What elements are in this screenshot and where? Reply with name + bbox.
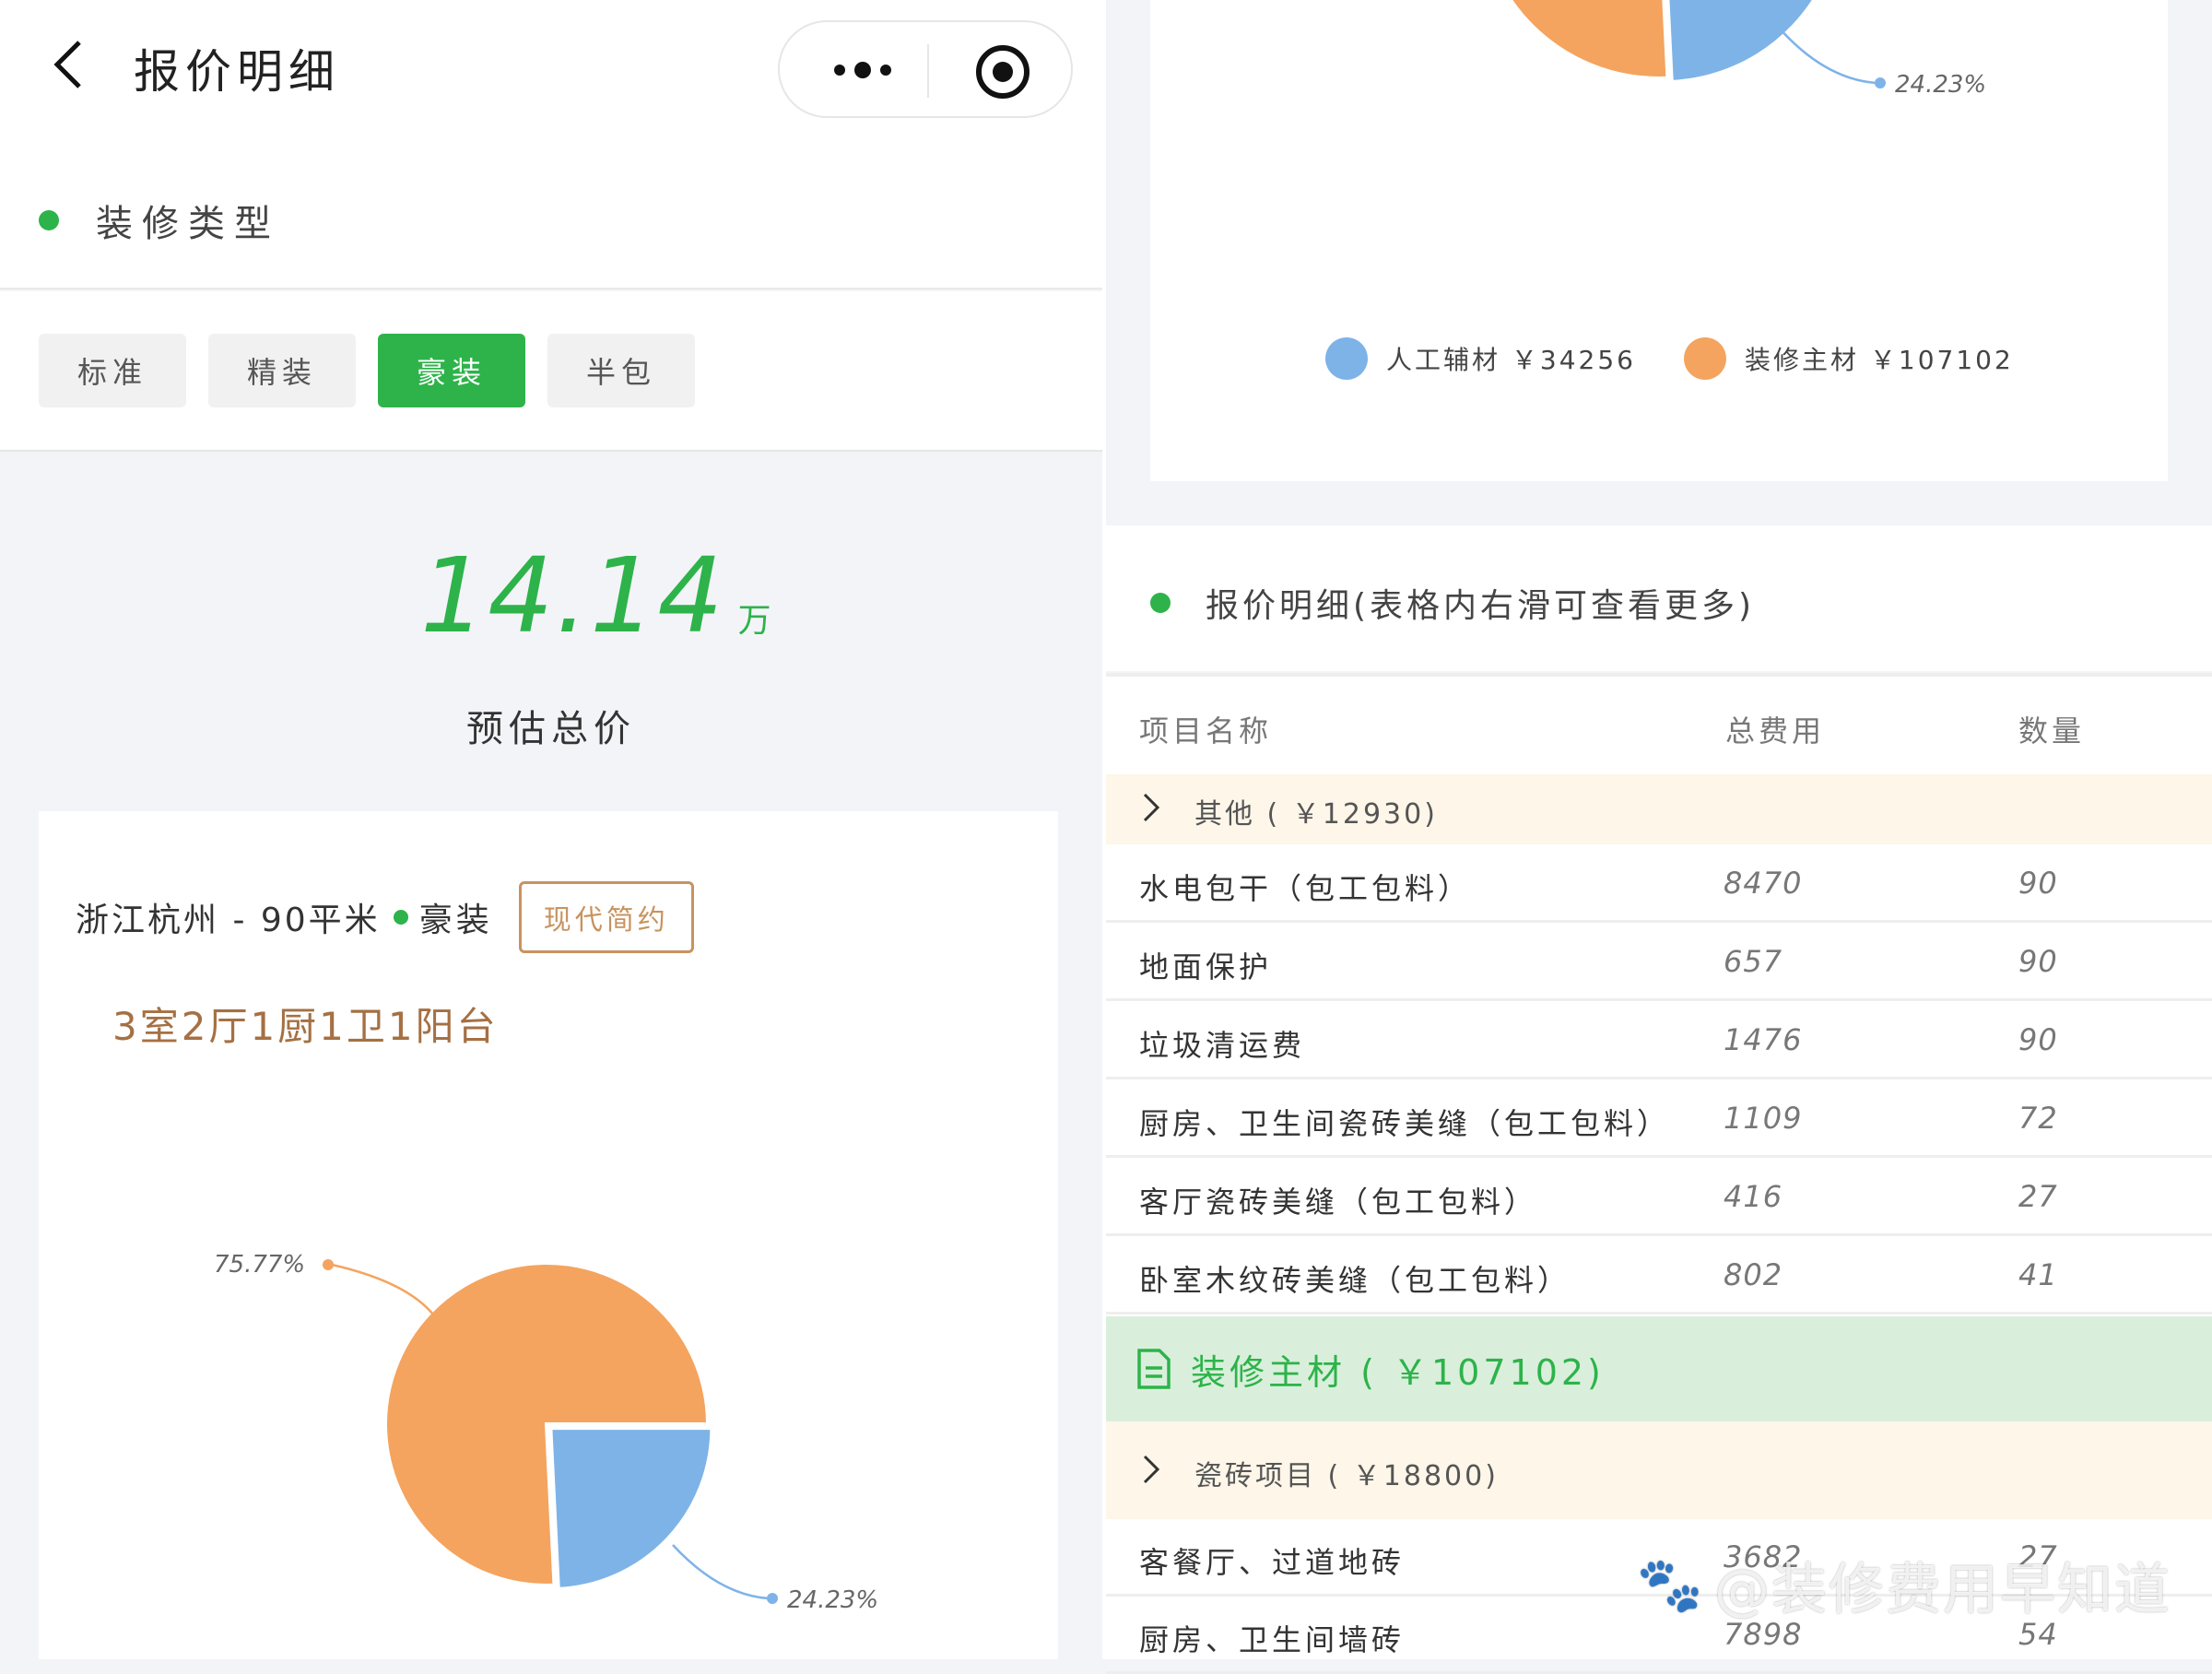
- table-row: 水电包干（包工包料） 8470 90: [1106, 844, 2212, 923]
- row-cost: 1109: [1724, 1100, 1803, 1136]
- pie-slice-labor: [1665, 0, 1817, 85]
- row-cost: 802: [1724, 1256, 1783, 1292]
- group-label: 其他 ( ￥12930): [1194, 798, 1438, 831]
- more-dot-icon: [854, 62, 871, 78]
- legend-swatch: [1325, 337, 1368, 380]
- more-dot-icon: [834, 65, 845, 76]
- paw-logo-icon: 🐾: [1636, 1553, 1705, 1616]
- chevron-right-icon: [1143, 793, 1160, 822]
- back-button[interactable]: [42, 37, 98, 92]
- house-location: 浙江杭州 - 90平米: [76, 902, 381, 939]
- type-option-half[interactable]: 半包: [547, 334, 695, 407]
- mini-program-capsule: [778, 20, 1073, 118]
- legend-item-material: 装修主材 ￥107102: [1683, 337, 2014, 380]
- pie-leader-dot: [1875, 77, 1886, 88]
- legend-label: 人工辅材 ￥34256: [1386, 345, 1636, 375]
- estimate-label: 预估总价: [466, 708, 636, 750]
- capsule-divider: [927, 44, 929, 98]
- group-label: 瓷砖项目 ( ￥18800): [1194, 1460, 1499, 1492]
- nav-bar: 报价明细: [0, 0, 1102, 138]
- row-divider: [1106, 1312, 2212, 1314]
- row-cost: 657: [1724, 943, 1783, 979]
- detail-table[interactable]: 项目名称 总费用 数量 其他 ( ￥12930) 水电包干（包工包料） 8470 9…: [1106, 673, 2212, 1674]
- group-row-tile[interactable]: 瓷砖项目 ( ￥18800): [1106, 1421, 2212, 1519]
- house-meta: 浙江杭州 - 90平米 豪装 现代简约: [76, 881, 694, 953]
- section-dot: [39, 210, 59, 230]
- house-level: 豪装: [418, 902, 493, 939]
- pie-label-labor: 24.23%: [787, 1586, 878, 1614]
- pie-leader-labor: [1778, 27, 1877, 85]
- row-qty: 72: [2018, 1100, 2058, 1136]
- row-qty: 90: [2018, 1021, 2058, 1057]
- watermark: 🐾 @装修费用早知道: [1637, 1545, 2171, 1625]
- row-name: 垃圾清运费: [1139, 1027, 1306, 1063]
- row-qty: 90: [2018, 865, 2058, 901]
- row-qty: 41: [2018, 1256, 2058, 1292]
- pie-slice-labor: [548, 1426, 714, 1592]
- style-tag: 现代简约: [518, 881, 694, 953]
- estimate-unit: 万: [737, 602, 771, 640]
- col-cost: 总费用: [1725, 713, 1826, 749]
- table-row: 垃圾清运费 1476 90: [1106, 1001, 2212, 1079]
- row-name: 厨房、卫生间墙砖: [1139, 1622, 1406, 1657]
- col-qty: 数量: [2018, 713, 2086, 749]
- estimate-value: 14.14: [420, 536, 725, 656]
- more-button[interactable]: [817, 50, 909, 90]
- estimate-section: 14.14 万 预估总价: [0, 452, 1102, 811]
- chevron-left-icon: [53, 41, 81, 88]
- chart-legend: 人工辅材 ￥34256 装修主材 ￥107102: [1325, 337, 2062, 380]
- type-option-standard[interactable]: 标准: [39, 334, 186, 407]
- legend-item-labor: 人工辅材 ￥34256: [1325, 337, 1636, 380]
- pie-leader-labor: [672, 1544, 770, 1600]
- type-option-fine[interactable]: 精装: [208, 334, 356, 407]
- type-option-luxury[interactable]: 豪装: [378, 334, 525, 407]
- document-icon: [1137, 1349, 1171, 1389]
- row-name: 厨房、卫生间瓷砖美缝（包工包料）: [1139, 1105, 1671, 1141]
- house-layout: 3室2厅1厨1卫1阳台: [112, 1004, 499, 1049]
- cost-pie-chart-top: 24.23%: [1508, 0, 1986, 99]
- close-target-icon[interactable]: [973, 42, 1032, 101]
- row-cost: 416: [1724, 1178, 1783, 1214]
- row-cost: 1476: [1724, 1021, 1803, 1057]
- pie-leader-material: [331, 1263, 434, 1315]
- row-name: 地面保护: [1139, 949, 1273, 984]
- row-name: 卧室木纹砖美缝（包工包料）: [1139, 1262, 1571, 1298]
- left-panel: 报价明细 装修类型 标准 精装 豪装 半包 14.14 万 预估总价 浙江杭州 …: [0, 0, 1102, 1659]
- group-row-other[interactable]: 其他 ( ￥12930): [1106, 774, 2212, 844]
- decor-type-header: 装修类型: [0, 138, 1102, 289]
- col-name: 项目名称: [1139, 713, 1273, 749]
- pie-label-labor: 24.23%: [1895, 71, 1986, 99]
- section-title: 装修主材 ( ￥107102): [1191, 1352, 1605, 1393]
- pie-label-material: 75.77%: [214, 1251, 305, 1279]
- legend-swatch: [1683, 337, 1726, 380]
- level-dot: [393, 910, 408, 925]
- chevron-right-icon: [1143, 1455, 1160, 1484]
- detail-header: 报价明细(表格内右滑可查看更多): [1106, 525, 2212, 671]
- decor-type-options: 标准 精装 豪装 半包: [0, 291, 1102, 452]
- table-row: 厨房、卫生间瓷砖美缝（包工包料） 1109 72: [1106, 1079, 2212, 1158]
- cost-pie-chart: 75.77% 24.23%: [214, 1251, 878, 1614]
- row-cost: 8470: [1724, 865, 1803, 901]
- legend-label: 装修主材 ￥107102: [1744, 345, 2014, 375]
- pie-leader-dot: [767, 1593, 778, 1604]
- row-qty: 90: [2018, 943, 2058, 979]
- row-name: 水电包干（包工包料）: [1139, 870, 1472, 906]
- more-dot-icon: [880, 65, 891, 76]
- section-row-material: 装修主材 ( ￥107102): [1106, 1316, 2212, 1421]
- pie-leader-dot: [323, 1259, 334, 1270]
- decor-type-label: 装修类型: [96, 203, 280, 245]
- page-title: 报价明细: [134, 45, 340, 99]
- row-name: 客餐厅、过道地砖: [1139, 1545, 1406, 1580]
- detail-title: 报价明细(表格内右滑可查看更多): [1206, 587, 1756, 625]
- table-header: 项目名称 总费用 数量: [1106, 677, 2212, 774]
- section-dot: [1150, 593, 1171, 613]
- row-qty: 27: [2018, 1178, 2058, 1214]
- table-row: 地面保护 657 90: [1106, 923, 2212, 1001]
- watermark-text: @装修费用早知道: [1714, 1558, 2171, 1622]
- row-name: 客厅瓷砖美缝（包工包料）: [1139, 1184, 1538, 1220]
- table-row: 卧室木纹砖美缝（包工包料） 802 41: [1106, 1236, 2212, 1314]
- table-row: 客厅瓷砖美缝（包工包料） 416 27: [1106, 1158, 2212, 1236]
